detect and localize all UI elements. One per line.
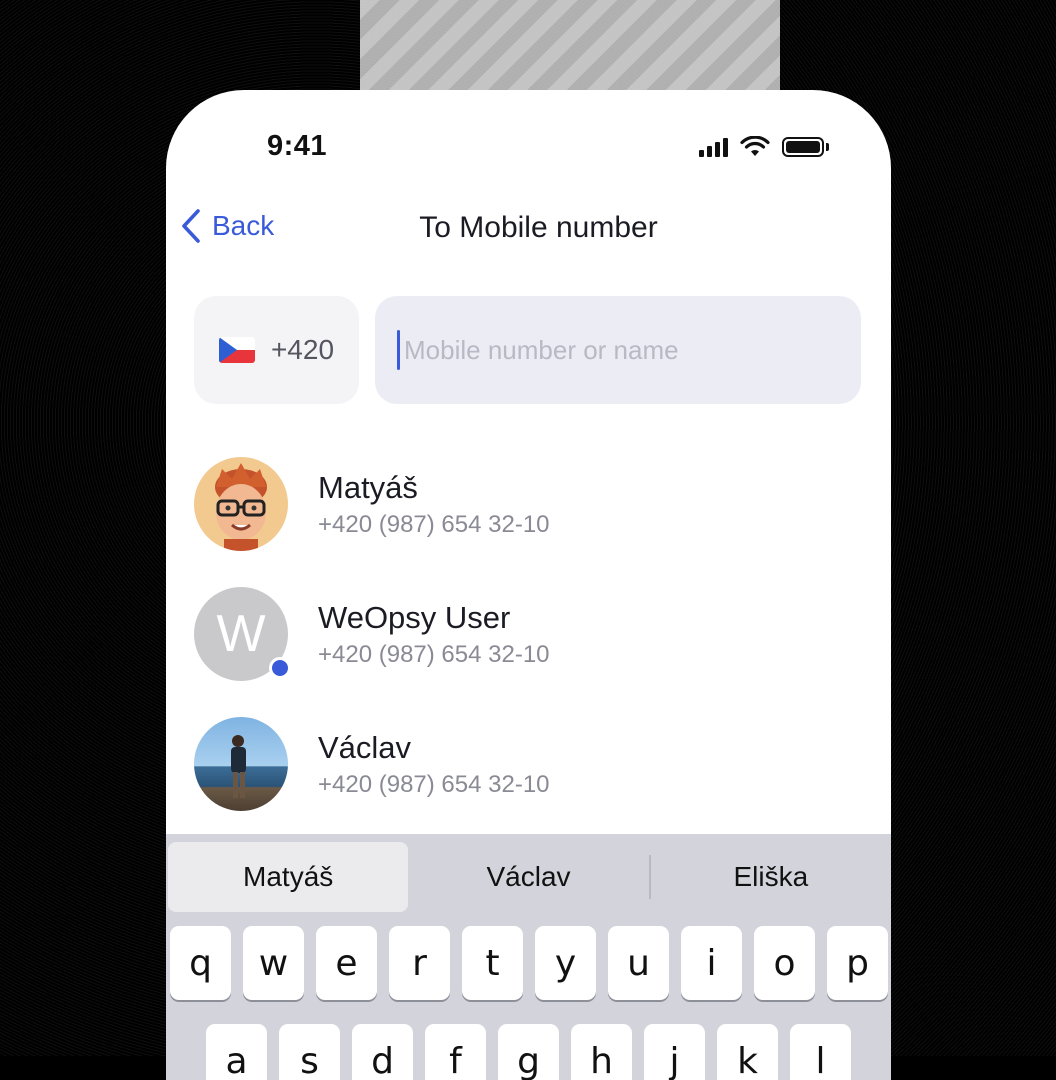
key-row-1: q w e r t y u i o p — [170, 926, 888, 1000]
memoji-avatar — [194, 457, 288, 551]
key-k[interactable]: k — [717, 1024, 778, 1080]
photo-avatar — [194, 717, 288, 811]
key-r[interactable]: r — [389, 926, 450, 1000]
text-caret — [397, 330, 400, 370]
suggestion-item[interactable]: Václav — [408, 842, 648, 912]
suggestion-item[interactable]: Eliška — [651, 842, 891, 912]
status-icons — [699, 136, 829, 158]
country-code-selector[interactable]: +420 — [194, 296, 359, 404]
key-w[interactable]: w — [243, 926, 304, 1000]
contact-name: WeOpsy User — [318, 599, 511, 635]
battery-icon — [782, 137, 824, 157]
czech-flag-icon — [218, 337, 255, 363]
page-title: To Mobile number — [419, 211, 658, 244]
key-p[interactable]: p — [827, 926, 888, 1000]
key-h[interactable]: h — [571, 1024, 632, 1080]
suggestion-bar: Matyáš Václav Eliška — [166, 842, 891, 912]
phone-screen: 9:41 Back To Mobile number +420 Mobile n… — [166, 90, 891, 1080]
key-u[interactable]: u — [608, 926, 669, 1000]
key-f[interactable]: f — [425, 1024, 486, 1080]
dial-code: +420 — [270, 334, 335, 365]
contact-phone: +420 (987) 654 32-10 — [318, 511, 550, 539]
keyboard: Matyáš Václav Eliška q w e r t y u i o p… — [166, 834, 891, 1080]
key-l[interactable]: l — [790, 1024, 851, 1080]
contact-item-weopsy-user[interactable]: W WeOpsy User +420 (987) 654 32-10 — [194, 584, 854, 684]
contact-phone: +420 (987) 654 32-10 — [318, 641, 550, 669]
battery-tip — [826, 143, 829, 151]
key-d[interactable]: d — [352, 1024, 413, 1080]
contact-name: Matyáš — [318, 469, 418, 505]
wifi-icon — [740, 136, 770, 156]
key-j[interactable]: j — [644, 1024, 705, 1080]
key-i[interactable]: i — [681, 926, 742, 1000]
contact-item-vaclav[interactable]: Václav +420 (987) 654 32-10 — [194, 714, 854, 814]
signal-bars-icon — [699, 137, 728, 157]
key-row-2: a s d f g h j k l — [206, 1024, 851, 1080]
key-a[interactable]: a — [206, 1024, 267, 1080]
key-y[interactable]: y — [535, 926, 596, 1000]
online-status-dot — [269, 657, 291, 679]
suggestion-item[interactable]: Matyáš — [168, 842, 409, 912]
status-time: 9:41 — [267, 130, 328, 162]
contact-item-matyas[interactable]: Matyáš +420 (987) 654 32-10 — [194, 454, 854, 554]
key-o[interactable]: o — [754, 926, 815, 1000]
search-field[interactable] — [375, 296, 861, 404]
avatar: W — [194, 587, 291, 681]
avatar-letter: W — [216, 605, 266, 663]
key-e[interactable]: e — [316, 926, 377, 1000]
key-q[interactable]: q — [170, 926, 231, 1000]
key-g[interactable]: g — [498, 1024, 559, 1080]
key-s[interactable]: s — [279, 1024, 340, 1080]
contact-name: Václav — [318, 729, 412, 765]
contact-phone: +420 (987) 654 32-10 — [318, 771, 550, 799]
search-input[interactable] — [402, 333, 826, 367]
key-t[interactable]: t — [462, 926, 523, 1000]
